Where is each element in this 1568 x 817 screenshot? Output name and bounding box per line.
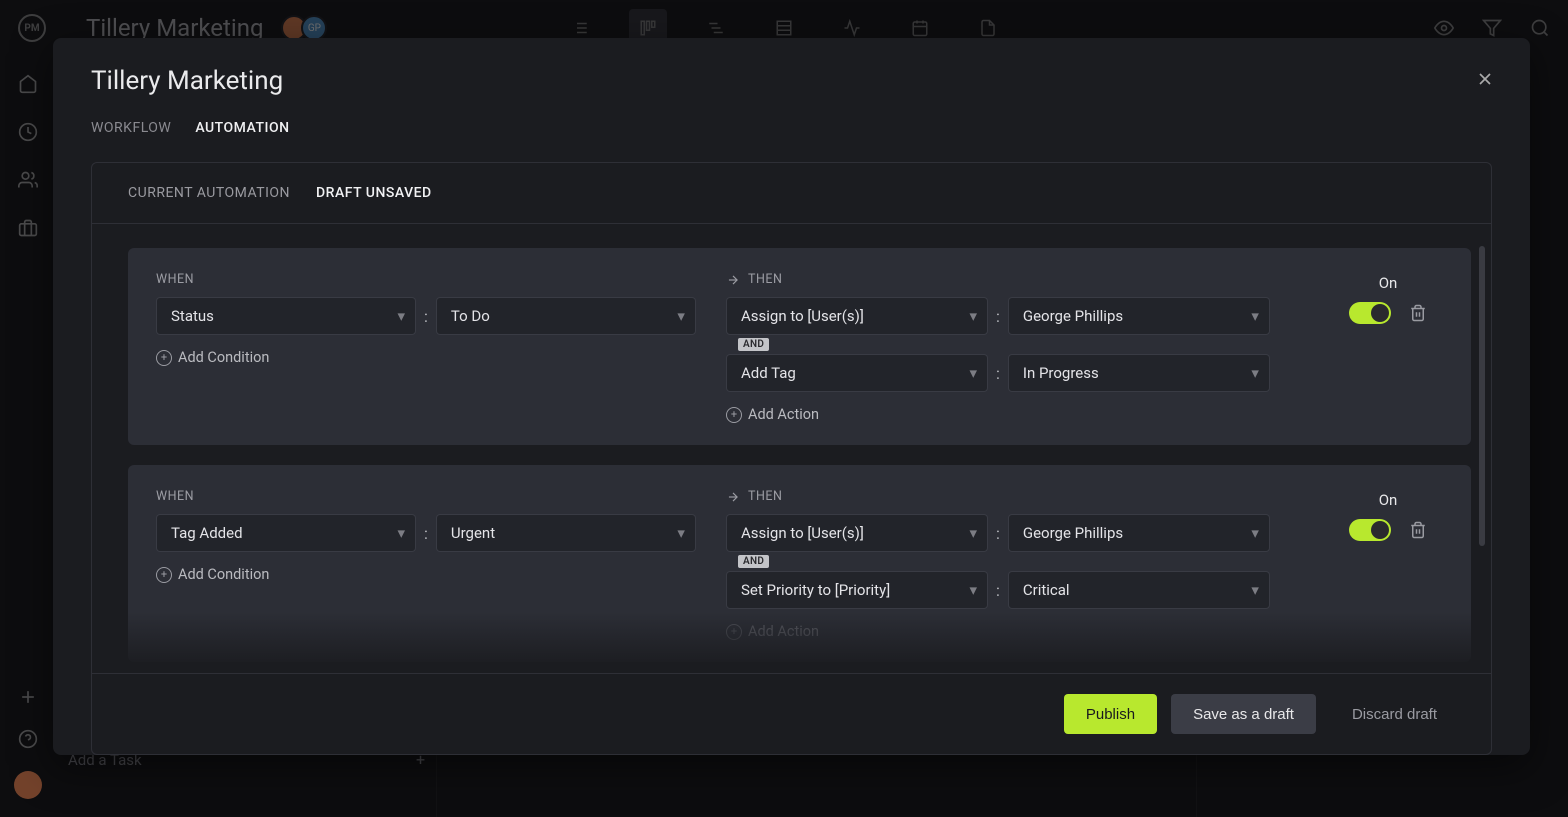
action-value-select[interactable]: George Phillips ▾	[1008, 297, 1270, 335]
search-icon[interactable]	[1530, 18, 1550, 38]
action-select[interactable]: Set Priority to [Priority] ▾	[726, 571, 988, 609]
add-action-button[interactable]: + Add Action	[726, 406, 1323, 423]
when-label: WHEN	[156, 272, 716, 287]
chevron-down-icon: ▾	[397, 524, 405, 542]
add-condition-button[interactable]: + Add Condition	[156, 349, 716, 366]
chevron-down-icon: ▾	[1251, 307, 1259, 325]
tab-current-automation[interactable]: CURRENT AUTOMATION	[128, 185, 290, 201]
eye-icon[interactable]	[1434, 18, 1454, 38]
add-condition-button[interactable]: + Add Condition	[156, 566, 716, 583]
rule-toggle[interactable]	[1349, 519, 1391, 541]
select-value: Critical	[1023, 581, 1070, 599]
action-select[interactable]: Assign to [User(s)] ▾	[726, 514, 988, 552]
select-value: Assign to [User(s)]	[741, 524, 864, 542]
chevron-down-icon: ▾	[969, 307, 977, 325]
when-label: WHEN	[156, 489, 716, 504]
select-value: George Phillips	[1023, 307, 1123, 325]
then-label: THEN	[726, 272, 1323, 287]
chevron-down-icon: ▾	[677, 307, 685, 325]
tab-automation[interactable]: AUTOMATION	[195, 120, 289, 140]
chevron-down-icon: ▾	[1251, 581, 1259, 599]
plus-circle-icon: +	[156, 567, 172, 583]
team-icon[interactable]	[18, 170, 38, 190]
action-select[interactable]: Assign to [User(s)] ▾	[726, 297, 988, 335]
filter-icon[interactable]	[1482, 18, 1502, 38]
and-badge: AND	[738, 555, 769, 568]
select-value: Tag Added	[171, 524, 243, 542]
publish-button[interactable]: Publish	[1064, 694, 1157, 734]
modal-title: Tillery Marketing	[91, 66, 1492, 96]
colon: :	[424, 307, 428, 326]
when-field-select[interactable]: Tag Added ▾	[156, 514, 416, 552]
when-field-select[interactable]: Status ▾	[156, 297, 416, 335]
when-value-select[interactable]: Urgent ▾	[436, 514, 696, 552]
colon: :	[996, 524, 1000, 543]
action-value-select[interactable]: Critical ▾	[1008, 571, 1270, 609]
toggle-label: On	[1379, 491, 1398, 509]
chevron-down-icon: ▾	[969, 581, 977, 599]
select-value: In Progress	[1023, 364, 1099, 382]
select-value: Status	[171, 307, 214, 325]
tab-workflow[interactable]: WORKFLOW	[91, 120, 171, 140]
when-value-select[interactable]: To Do ▾	[436, 297, 696, 335]
select-value: Add Tag	[741, 364, 796, 382]
action-select[interactable]: Add Tag ▾	[726, 354, 988, 392]
plus-circle-icon: +	[726, 624, 742, 640]
tab-draft-unsaved[interactable]: DRAFT UNSAVED	[316, 185, 432, 201]
discard-draft-button[interactable]: Discard draft	[1330, 694, 1459, 734]
toggle-label: On	[1379, 274, 1398, 292]
briefcase-icon[interactable]	[18, 218, 38, 238]
recent-icon[interactable]	[18, 122, 38, 142]
chevron-down-icon: ▾	[397, 307, 405, 325]
add-action-label: Add Action	[748, 623, 819, 640]
user-avatar[interactable]	[14, 771, 42, 799]
add-condition-label: Add Condition	[178, 349, 269, 366]
automation-panel: CURRENT AUTOMATION DRAFT UNSAVED WHEN St…	[91, 162, 1492, 755]
add-action-label: Add Action	[748, 406, 819, 423]
automation-rule: WHEN Tag Added ▾ : Urgent ▾ +	[128, 465, 1471, 662]
chevron-down-icon: ▾	[677, 524, 685, 542]
plus-icon[interactable]	[18, 687, 38, 707]
add-action-button[interactable]: + Add Action	[726, 623, 1323, 640]
plus-circle-icon: +	[726, 407, 742, 423]
scrollbar[interactable]	[1479, 246, 1485, 546]
select-value: Assign to [User(s)]	[741, 307, 864, 325]
colon: :	[996, 364, 1000, 383]
colon: :	[424, 524, 428, 543]
then-label: THEN	[726, 489, 1323, 504]
select-value: To Do	[451, 307, 490, 325]
action-value-select[interactable]: George Phillips ▾	[1008, 514, 1270, 552]
close-button[interactable]	[1472, 66, 1498, 92]
help-icon[interactable]	[18, 729, 38, 749]
save-draft-button[interactable]: Save as a draft	[1171, 694, 1316, 734]
add-condition-label: Add Condition	[178, 566, 269, 583]
chevron-down-icon: ▾	[969, 524, 977, 542]
select-value: George Phillips	[1023, 524, 1123, 542]
plus-circle-icon: +	[156, 350, 172, 366]
arrow-right-icon	[726, 490, 740, 504]
home-icon[interactable]	[18, 74, 38, 94]
modal-footer: Publish Save as a draft Discard draft	[92, 673, 1491, 754]
colon: :	[996, 307, 1000, 326]
select-value: Set Priority to [Priority]	[741, 581, 890, 599]
select-value: Urgent	[451, 524, 495, 542]
chevron-down-icon: ▾	[1251, 364, 1259, 382]
delete-rule-button[interactable]	[1409, 304, 1427, 322]
chevron-down-icon: ▾	[1251, 524, 1259, 542]
and-badge: AND	[738, 338, 769, 351]
rules-container: WHEN Status ▾ : To Do ▾ +	[92, 224, 1491, 673]
colon: :	[996, 581, 1000, 600]
rule-toggle[interactable]	[1349, 302, 1391, 324]
side-rail	[0, 56, 56, 817]
action-value-select[interactable]: In Progress ▾	[1008, 354, 1270, 392]
chevron-down-icon: ▾	[969, 364, 977, 382]
delete-rule-button[interactable]	[1409, 521, 1427, 539]
automation-rule: WHEN Status ▾ : To Do ▾ +	[128, 248, 1471, 445]
automation-modal: Tillery Marketing WORKFLOW AUTOMATION CU…	[53, 38, 1530, 755]
arrow-right-icon	[726, 273, 740, 287]
app-logo: PM	[18, 14, 46, 42]
